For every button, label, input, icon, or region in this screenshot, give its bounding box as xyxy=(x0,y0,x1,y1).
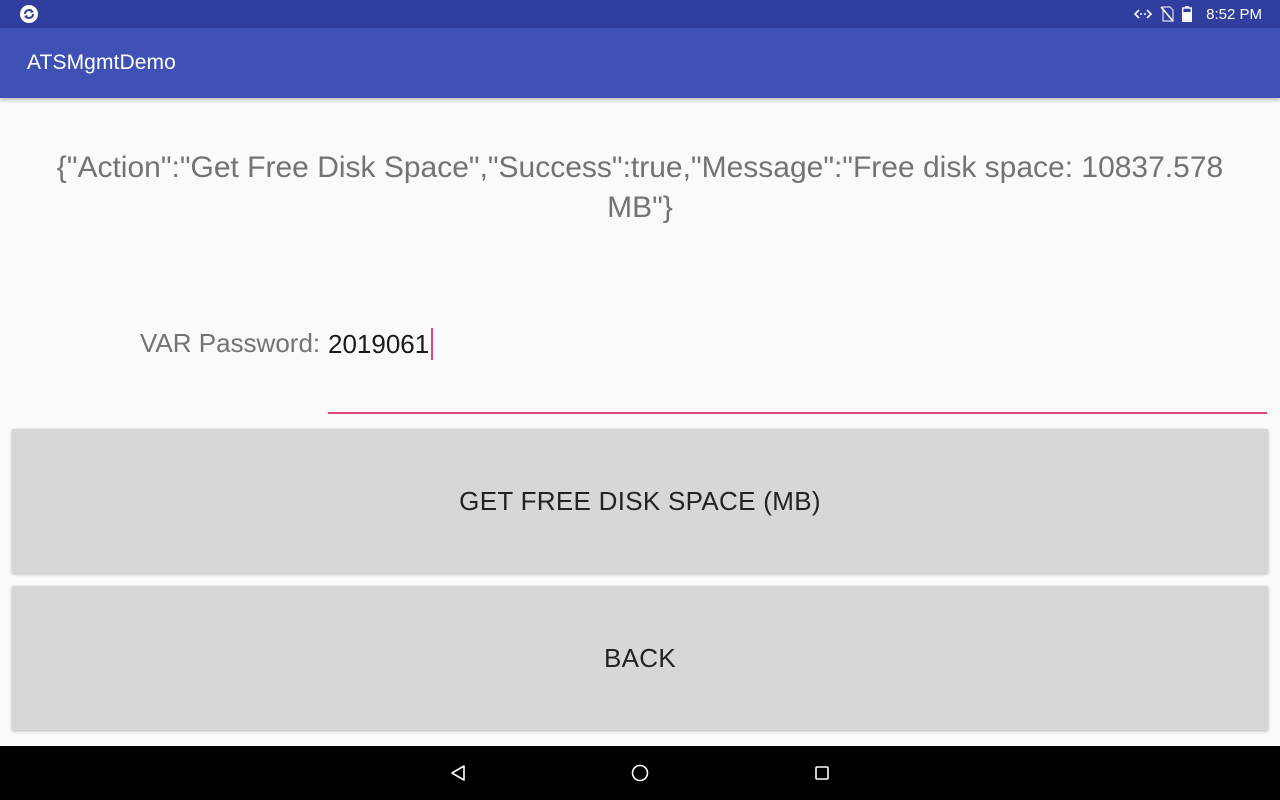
code-icon xyxy=(1134,7,1153,21)
password-label: VAR Password: xyxy=(140,328,321,358)
app-bar: ATSMgmtDemo xyxy=(0,28,1280,98)
app-title: ATSMgmtDemo xyxy=(27,51,176,74)
password-input[interactable] xyxy=(328,322,1267,366)
no-sim-icon xyxy=(1160,6,1174,22)
result-message-text: {"Action":"Get Free Disk Space","Success… xyxy=(56,151,1224,224)
home-circle-icon[interactable] xyxy=(628,761,652,785)
back-triangle-icon[interactable] xyxy=(446,761,470,785)
password-field-container xyxy=(328,322,1267,414)
get-free-disk-space-button[interactable]: GET FREE DISK SPACE (MB) xyxy=(12,429,1268,573)
back-button[interactable]: BACK xyxy=(12,586,1268,730)
status-bar: 8:52 PM xyxy=(0,0,1280,28)
password-underline xyxy=(328,412,1267,414)
status-right-group: 8:52 PM xyxy=(1134,0,1262,28)
app-sync-icon xyxy=(19,4,39,24)
app-screen: 8:52 PM ATSMgmtDemo {"Action":"Get Free … xyxy=(0,0,1280,800)
status-time: 8:52 PM xyxy=(1206,5,1262,23)
recents-square-icon[interactable] xyxy=(810,761,834,785)
battery-icon xyxy=(1182,6,1193,22)
navigation-bar xyxy=(0,746,1280,800)
text-cursor xyxy=(431,328,433,360)
